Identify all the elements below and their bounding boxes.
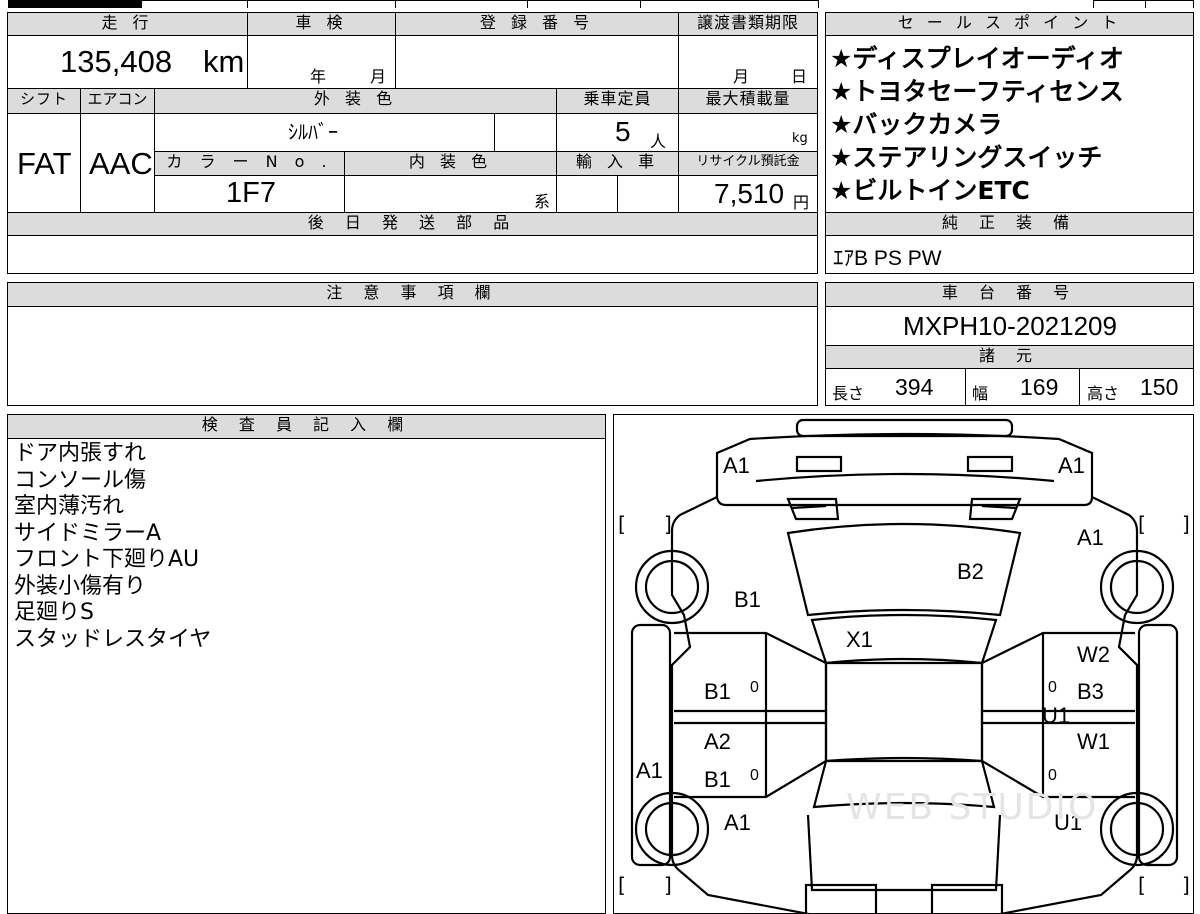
- mileage-value: 135,408: [60, 44, 173, 79]
- bracket-open: [: [618, 873, 626, 897]
- left-sill: [630, 623, 672, 867]
- genuine-equipment-value: ｴｱB PS PW: [833, 247, 942, 270]
- header-transfer-deadline: 譲渡書類期限: [679, 13, 817, 35]
- chassis-header: 車 台 番 号: [826, 283, 1193, 306]
- mark-left-rear-quarter: A1: [724, 810, 751, 835]
- inspector-note: 室内薄汚れ: [14, 494, 125, 519]
- header-shift: シフト: [8, 89, 80, 113]
- inspector-note: 足廻りS: [14, 600, 94, 625]
- inspector-note: フロント下廻りAU: [14, 547, 200, 572]
- hood-outline: [786, 522, 1022, 617]
- mark-zero: 0: [1048, 767, 1057, 784]
- mark-left-rear-door-b: B1: [704, 767, 731, 792]
- mark-front-right-fender: A1: [1077, 525, 1104, 550]
- genuine-equipment-header: 純 正 装 備: [826, 213, 1193, 235]
- inspector-note: 外装小傷有り: [14, 573, 147, 599]
- mark-zero: 0: [750, 679, 759, 696]
- mark-windshield: X1: [846, 627, 873, 652]
- width-label: 幅: [972, 384, 989, 403]
- header-exterior-color: 外 装 色: [155, 89, 556, 113]
- sale-point: ★トヨタセーフティセンス: [830, 77, 1124, 106]
- length-label: 長さ: [832, 384, 865, 403]
- headlight-right: [966, 455, 1014, 473]
- mark-zero: 0: [1048, 679, 1057, 696]
- mark-left-front-door: B1: [704, 679, 731, 704]
- headlight-left: [795, 455, 843, 473]
- header-interior-color: 内 装 色: [345, 152, 556, 175]
- mark-front-right: A1: [1058, 453, 1085, 478]
- mark-left-fender: B1: [734, 587, 761, 612]
- header-color-no: カ ラ ー N o .: [155, 152, 344, 175]
- interior-suffix: 系: [534, 192, 551, 211]
- recycle-unit: 円: [793, 193, 810, 212]
- mark-left-sill: A1: [636, 758, 663, 783]
- bracket-open: [: [1138, 512, 1146, 536]
- inspector-note: サイドミラーA: [14, 520, 162, 546]
- inspector-note: ドア内張すれ: [14, 441, 147, 466]
- inspection-year-label: 年: [310, 67, 327, 86]
- mark-hood: B2: [957, 559, 984, 584]
- bracket-close: ]: [664, 512, 672, 536]
- length-value: 394: [895, 374, 934, 400]
- inspection-month-label: 月: [370, 67, 387, 86]
- header-aircon: エアコン: [81, 89, 154, 113]
- inspector-header: 検 査 員 記 入 欄: [8, 415, 605, 438]
- mark-right-rear-door: W1: [1077, 729, 1110, 754]
- header-later-parts: 後 日 発 送 部 品: [8, 213, 817, 235]
- shift-value: FAT: [17, 146, 72, 181]
- car-diagram-panel: A1 A1 A1 B2 B1 X1 W2 B1 0 0 B3 U1 A2 W1 …: [613, 414, 1194, 914]
- header-import: 輸 入 車: [557, 152, 678, 175]
- caution-header: 注 意 事 項 欄: [8, 283, 817, 306]
- capacity-value: 5: [615, 116, 631, 147]
- bracket-open: [: [1138, 873, 1146, 897]
- height-value: 150: [1140, 374, 1179, 400]
- deadline-day-label: 日: [791, 67, 808, 86]
- exterior-color-value: ｼﾙﾊﾞｰ: [288, 120, 338, 144]
- capacity-unit: 人: [650, 132, 667, 151]
- mark-left-rear-door-a: A2: [704, 729, 731, 754]
- sale-point: ★ディスプレイオーディオ: [830, 44, 1124, 73]
- header-recycle: リサイクル預託金: [679, 152, 817, 175]
- right-sill: [1137, 623, 1179, 867]
- color-no-value: 1F7: [226, 177, 276, 209]
- header-max-load: 最大積載量: [679, 89, 817, 113]
- max-load-unit: kg: [792, 131, 808, 146]
- deadline-month-label: 月: [733, 67, 750, 86]
- bracket-close: ]: [664, 873, 672, 897]
- specs-header: 諸 元: [826, 346, 1193, 368]
- windshield-outline: [810, 613, 998, 665]
- inspector-notes: ドア内張すれ コンソール傷 室内薄汚れ サイドミラーA フロント下廻りAU 外装…: [14, 441, 594, 653]
- mark-right-front-door: B3: [1077, 679, 1104, 704]
- sale-points-header: セ ー ル ス ポ イ ン ト: [826, 13, 1193, 35]
- header-inspection: 車 検: [248, 13, 395, 35]
- bracket-open: [: [618, 512, 626, 536]
- sale-point: ★ビルトインETC: [830, 176, 1030, 205]
- header-capacity: 乗車定員: [557, 89, 678, 113]
- mileage-unit: km: [203, 44, 245, 79]
- aircon-value: AAC: [89, 146, 153, 181]
- bracket-close: ]: [1182, 873, 1190, 897]
- header-registration: 登 録 番 号: [396, 13, 678, 35]
- recycle-value: 7,510: [714, 178, 785, 209]
- top-black-tab: [8, 0, 142, 8]
- body-outline: [670, 496, 810, 913]
- header-mileage: 走 行: [8, 13, 247, 35]
- mark-zero: 0: [750, 767, 759, 784]
- front-outline: [715, 432, 1094, 507]
- chassis-number: MXPH10-2021209: [903, 311, 1117, 341]
- bracket-close: ]: [1182, 512, 1190, 536]
- sale-point: ★ステアリングスイッチ: [830, 143, 1103, 172]
- inspector-note: スタッドレスタイヤ: [14, 626, 212, 652]
- sale-point: ★バックカメラ: [830, 110, 1003, 139]
- sale-points-list: ★ディスプレイオーディオ ★トヨタセーフティセンス ★バックカメラ ★ステアリン…: [830, 42, 1190, 207]
- mark-right-sill: U1: [1042, 703, 1071, 728]
- height-label: 高さ: [1087, 384, 1120, 403]
- mark-front-left: A1: [723, 453, 750, 478]
- watermark: WEB STUDIO: [846, 787, 1099, 828]
- inspector-note: コンソール傷: [14, 467, 147, 493]
- roof-outline: [824, 661, 984, 763]
- width-value: 169: [1020, 374, 1059, 400]
- mark-right-front-door-w: W2: [1077, 642, 1110, 667]
